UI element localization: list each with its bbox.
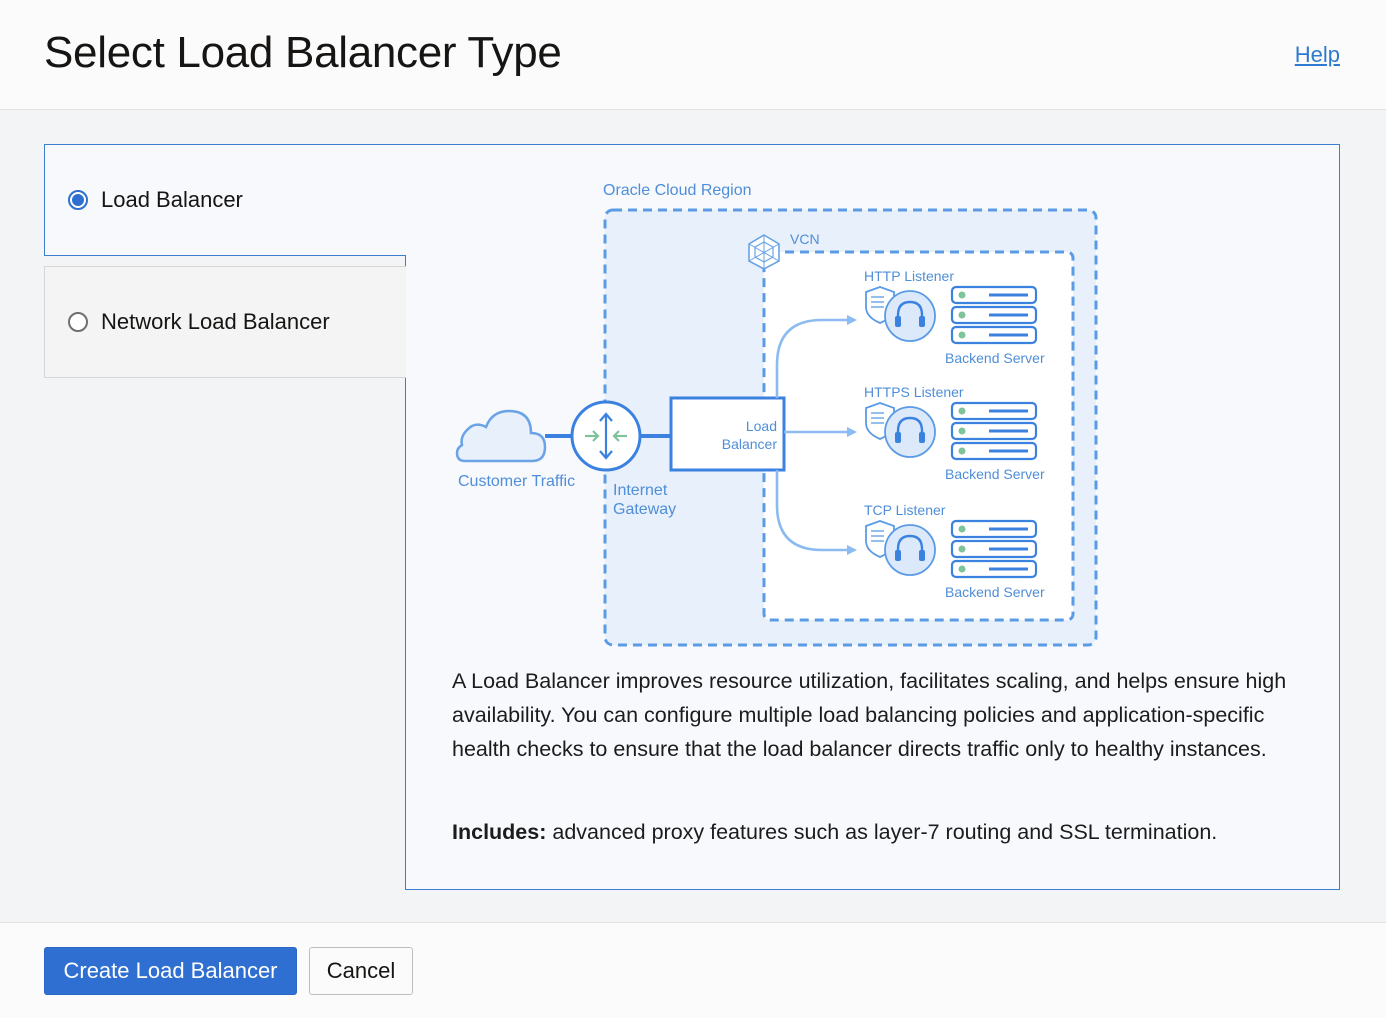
listener-icon — [884, 524, 936, 576]
create-load-balancer-button[interactable]: Create Load Balancer — [44, 947, 297, 995]
listener-icon — [884, 290, 936, 342]
lb-label-line2: Balancer — [722, 436, 778, 452]
cancel-button[interactable]: Cancel — [309, 947, 413, 995]
gateway-label-line1: Internet — [613, 482, 668, 499]
listener-label: HTTPS Listener — [864, 384, 964, 400]
option-load-balancer[interactable]: Load Balancer — [44, 144, 406, 256]
lb-label-line1: Load — [746, 418, 777, 434]
region-label: Oracle Cloud Region — [603, 182, 752, 199]
page-title: Select Load Balancer Type — [44, 28, 562, 77]
load-balancer-box — [669, 396, 786, 472]
network-load-balancer-radio[interactable] — [68, 312, 88, 332]
includes-text: advanced proxy features such as layer-7 … — [546, 820, 1218, 844]
backend-server-label: Backend Server — [945, 584, 1045, 600]
load-balancer-radio[interactable] — [68, 190, 88, 210]
panel-tab-join — [405, 145, 408, 255]
server-stack-icon — [950, 519, 1038, 579]
listener-label: HTTP Listener — [864, 268, 954, 284]
listener-label: TCP Listener — [864, 502, 946, 518]
option-label: Network Load Balancer — [101, 309, 330, 334]
listener-icon — [884, 406, 936, 458]
backend-server-label: Backend Server — [945, 466, 1045, 482]
page-header: Select Load Balancer Type Help — [0, 0, 1386, 110]
gateway-label-line2: Gateway — [613, 501, 676, 518]
option-label: Load Balancer — [101, 187, 243, 212]
includes-label: Includes: — [452, 820, 547, 844]
cloud-icon — [455, 409, 547, 463]
load-balancer-diagram: Oracle Cloud Region VCN Customer Traffic… — [455, 182, 1098, 647]
option-description: A Load Balancer improves resource utiliz… — [452, 669, 1287, 761]
server-stack-icon — [950, 401, 1038, 461]
server-stack-icon — [950, 285, 1038, 345]
option-network-load-balancer[interactable]: Network Load Balancer — [44, 266, 406, 378]
customer-traffic-label: Customer Traffic — [458, 473, 575, 490]
backend-server-label: Backend Server — [945, 350, 1045, 366]
vcn-label: VCN — [790, 231, 820, 247]
help-link[interactable]: Help — [1295, 42, 1340, 68]
gateway-icon — [570, 400, 642, 472]
option-includes: Includes: advanced proxy features such a… — [452, 815, 1302, 849]
